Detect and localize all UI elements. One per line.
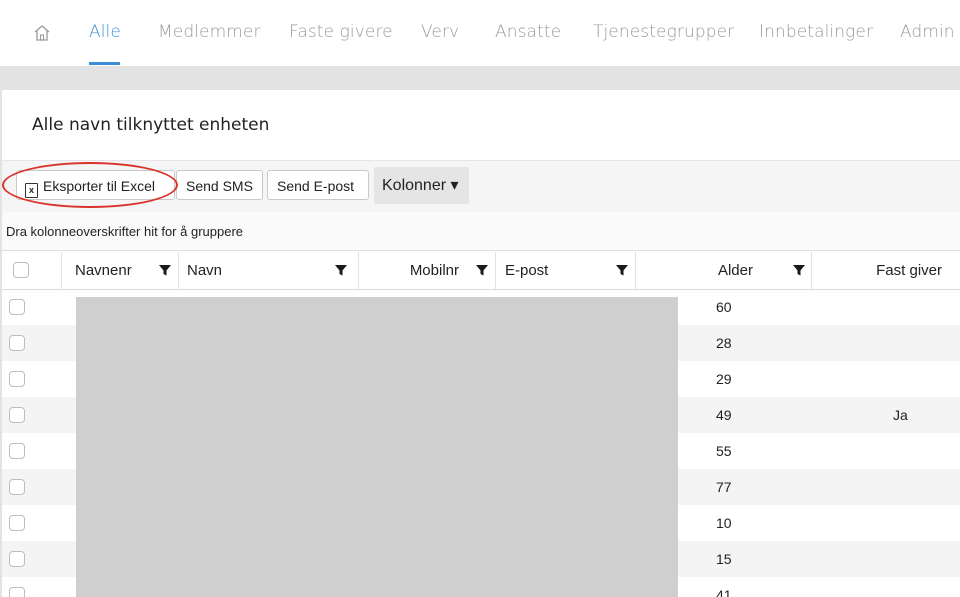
cell-alder: 29	[716, 371, 732, 387]
row-checkbox[interactable]	[9, 443, 25, 459]
cell-alder: 60	[716, 299, 732, 315]
header-epost[interactable]: E-post	[496, 252, 636, 289]
filter-icon[interactable]	[334, 263, 348, 277]
excel-file-icon: x	[25, 183, 38, 198]
filter-icon[interactable]	[615, 263, 629, 277]
tab-faste-givere[interactable]: Faste givere	[289, 22, 393, 42]
send-sms-button[interactable]: Send SMS	[176, 170, 263, 200]
tab-ansatte[interactable]: Ansatte	[495, 22, 561, 42]
header-navn[interactable]: Navn	[179, 252, 359, 289]
header-navnenr-label: Navnenr	[75, 262, 132, 279]
header-navn-label: Navn	[187, 262, 223, 279]
header-fast-giver[interactable]: Fast giver	[812, 252, 960, 289]
cell-alder: 55	[716, 443, 732, 459]
header-fast-giver-label: Fast giver	[876, 262, 942, 279]
header-mobilnr[interactable]: Mobilnr	[359, 252, 496, 289]
home-icon[interactable]	[33, 24, 51, 42]
active-tab-indicator	[89, 62, 120, 65]
grid-header: Navnenr Navn Mobilnr E-post Alder Fast g…	[2, 252, 960, 290]
row-checkbox[interactable]	[9, 335, 25, 351]
panel-title: Alle navn tilknyttet enheten	[32, 115, 270, 135]
send-email-button[interactable]: Send E-post	[267, 170, 369, 200]
filter-icon[interactable]	[792, 263, 806, 277]
row-checkbox[interactable]	[9, 587, 25, 597]
header-select-all	[2, 252, 62, 289]
page-separator	[0, 67, 960, 90]
header-navnenr[interactable]: Navnenr	[62, 252, 179, 289]
cell-alder: 15	[716, 551, 732, 567]
cell-alder: 49	[716, 407, 732, 423]
cell-alder: 10	[716, 515, 732, 531]
row-checkbox[interactable]	[9, 371, 25, 387]
export-excel-button[interactable]: x Eksporter til Excel	[16, 170, 175, 200]
cell-alder: 28	[716, 335, 732, 351]
cell-alder: 41	[716, 587, 732, 597]
row-checkbox[interactable]	[9, 479, 25, 495]
header-epost-label: E-post	[505, 262, 549, 279]
columns-dropdown[interactable]: Kolonner ▾	[374, 167, 469, 204]
cell-fast-giver: Ja	[893, 407, 908, 423]
tab-tjenestegrupper[interactable]: Tjenestegrupper	[593, 22, 734, 42]
top-navigation: Alle Medlemmer Faste givere Verv Ansatte…	[0, 0, 960, 67]
tab-medlemmer[interactable]: Medlemmer	[158, 22, 261, 42]
grid-toolbar: x Eksporter til Excel Send SMS Send E-pos…	[2, 160, 960, 213]
filter-icon[interactable]	[158, 263, 172, 277]
cell-alder: 77	[716, 479, 732, 495]
filter-icon[interactable]	[475, 263, 489, 277]
row-checkbox[interactable]	[9, 299, 25, 315]
select-all-checkbox[interactable]	[13, 262, 29, 278]
export-excel-label: Eksporter til Excel	[43, 178, 156, 194]
redacted-personal-data	[76, 297, 678, 597]
tab-verv[interactable]: Verv	[421, 22, 459, 42]
tab-alle[interactable]: Alle	[89, 22, 121, 42]
header-alder[interactable]: Alder	[636, 252, 812, 289]
row-checkbox[interactable]	[9, 407, 25, 423]
header-alder-label: Alder	[717, 262, 753, 279]
row-checkbox[interactable]	[9, 515, 25, 531]
tab-admin[interactable]: Admin	[900, 22, 955, 42]
header-mobilnr-label: Mobilnr	[409, 262, 459, 279]
row-checkbox[interactable]	[9, 551, 25, 567]
tab-innbetalinger[interactable]: Innbetalinger	[759, 22, 873, 42]
group-drop-zone[interactable]: Dra kolonneoverskrifter hit for å gruppe…	[2, 212, 960, 251]
